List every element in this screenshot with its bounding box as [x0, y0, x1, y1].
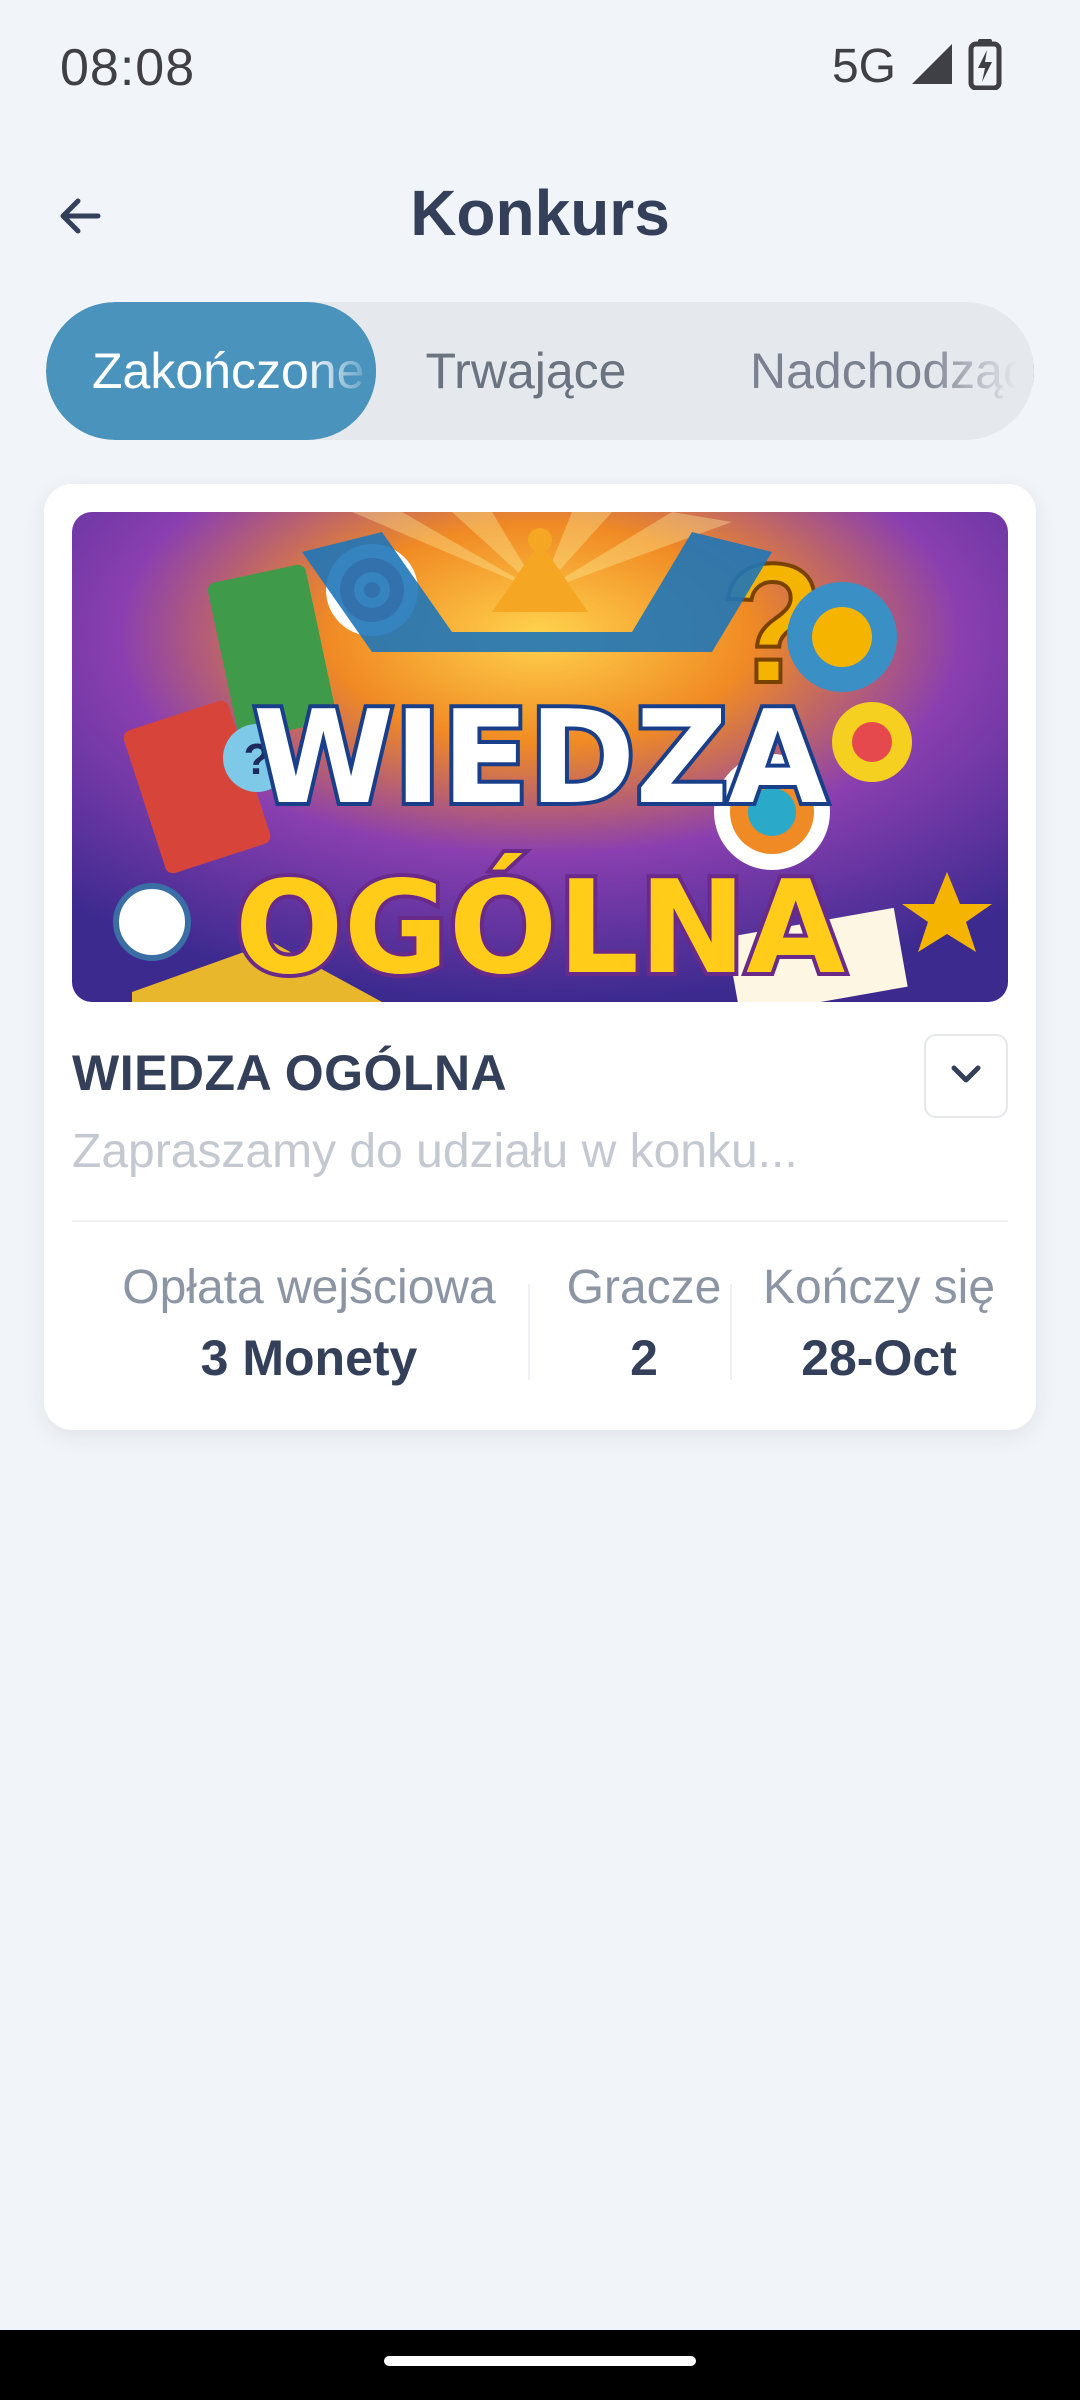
signal-icon: [908, 40, 956, 93]
status-icons: 5G: [832, 36, 1002, 96]
status-bar: 08:08 5G: [0, 0, 1080, 136]
stat-players: Gracze 2: [544, 1260, 744, 1387]
divider: [730, 1284, 732, 1380]
chevron-down-icon: [946, 1054, 986, 1099]
stat-label: Opłata wejściowa: [122, 1261, 496, 1314]
contest-card[interactable]: ? ? WIEDZA OGÓLNA WIEDZA OGÓLNA Zaprasza…: [44, 484, 1036, 1430]
stat-ends: Kończy się 28-Oct: [744, 1260, 1014, 1387]
contest-tabs: Zakończone Trwające Nadchodzące: [46, 302, 1034, 440]
divider: [528, 1284, 530, 1380]
page-title: Konkurs: [410, 177, 670, 249]
system-nav-bar: [0, 2330, 1080, 2400]
stat-label: Gracze: [566, 1261, 722, 1314]
tab-upcoming[interactable]: Nadchodzące: [750, 302, 1034, 440]
home-indicator[interactable]: [384, 2356, 696, 2366]
app-header: Konkurs: [0, 160, 1080, 276]
stat-label: Kończy się: [762, 1261, 996, 1314]
banner-text-line1: WIEDZA: [253, 684, 827, 833]
stat-value: 28-Oct: [801, 1330, 957, 1386]
stat-value: 2: [630, 1330, 658, 1386]
expand-button[interactable]: [924, 1034, 1008, 1118]
status-time: 08:08: [60, 39, 196, 97]
tab-label: Trwające: [425, 343, 627, 399]
banner-text-line2: OGÓLNA: [235, 853, 845, 1002]
battery-charging-icon: [968, 38, 1002, 95]
contest-description: Zapraszamy do udziału w konku...: [72, 1125, 798, 1178]
contest-banner-image: ? ? WIEDZA OGÓLNA: [72, 512, 1008, 1002]
tab-ongoing[interactable]: Trwające: [376, 302, 676, 440]
contest-title: WIEDZA OGÓLNA: [72, 1045, 508, 1101]
tab-finished[interactable]: Zakończone: [46, 302, 376, 440]
divider: [72, 1220, 1008, 1222]
stat-entry-fee: Opłata wejściowa 3 Monety: [74, 1260, 544, 1387]
stat-value: 3 Monety: [200, 1330, 418, 1386]
network-type: 5G: [831, 39, 896, 93]
